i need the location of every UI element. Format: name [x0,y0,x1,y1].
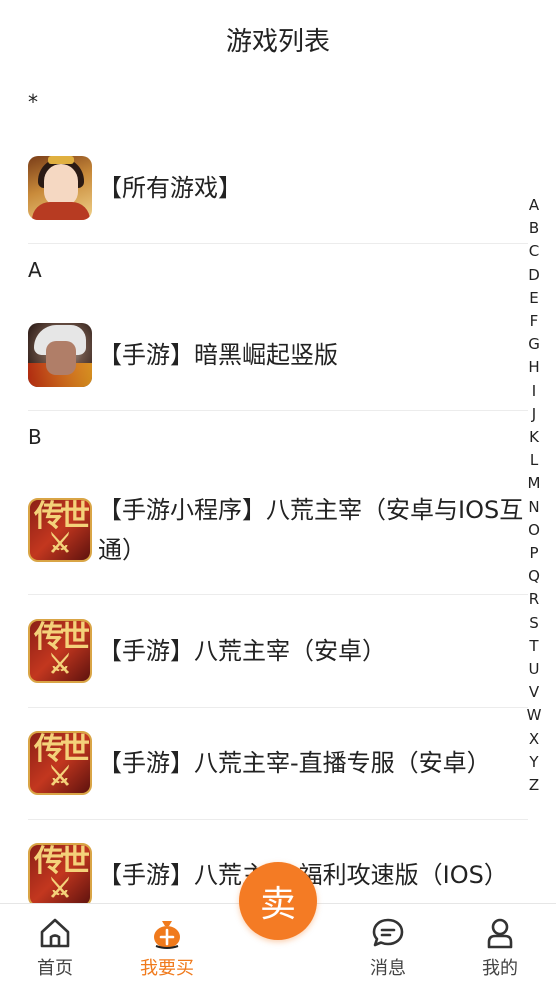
index-letter-f[interactable]: F [524,310,544,333]
index-letter-a[interactable]: A [524,194,544,217]
index-letter-t[interactable]: T [524,635,544,658]
row-divider [28,707,528,708]
game-title: 【手游】暗黑崛起竖版 [98,341,338,369]
index-letter-h[interactable]: H [524,356,544,379]
section-header-b: B [28,425,42,449]
game-title: 【手游】八荒主宰（安卓） [98,637,386,665]
tab-messages[interactable]: 消息 [343,916,433,986]
index-letter-r[interactable]: R [524,588,544,611]
page-title: 游戏列表 [225,26,330,57]
game-title: 【手游小程序】八荒主宰（安卓与IOS互通） [98,496,524,564]
all-games-icon [28,156,92,220]
dark-rise-icon [28,323,92,387]
user-icon [487,918,513,949]
bahuang-icon: 传世 ⚔ [28,619,92,683]
alphabet-index[interactable]: ABCDEFGHIJKLMNOPQRSTUVWXYZ [524,194,544,797]
bahuang-icon: 传世 ⚔ [28,498,92,562]
chat-icon [372,918,404,947]
row-divider [28,243,528,244]
tab-buy[interactable]: 我要买 [122,916,212,986]
index-letter-x[interactable]: X [524,728,544,751]
tab-messages-label: 消息 [370,958,406,979]
index-letter-u[interactable]: U [524,658,544,681]
tab-mine-label: 我的 [482,958,518,979]
sell-button[interactable]: 卖 [239,862,317,940]
game-item-bahuang-android[interactable]: 传世 ⚔ 【手游】八荒主宰（安卓） [28,619,528,683]
game-item-bahuang-miniprogram[interactable]: 传世 ⚔ 【手游小程序】八荒主宰（安卓与IOS互通） [28,490,528,570]
index-letter-w[interactable]: W [524,704,544,727]
section-header-a: A [28,258,42,282]
tab-mine[interactable]: 我的 [455,916,545,986]
index-letter-i[interactable]: I [524,380,544,403]
index-letter-j[interactable]: J [524,403,544,426]
index-letter-m[interactable]: M [524,472,544,495]
index-letter-c[interactable]: C [524,240,544,263]
index-letter-z[interactable]: Z [524,774,544,797]
index-letter-b[interactable]: B [524,217,544,240]
tab-home-label: 首页 [37,958,73,979]
game-item-dark-rise[interactable]: 【手游】暗黑崛起竖版 [28,323,528,387]
row-divider [28,410,528,411]
money-bag-icon [154,921,180,949]
index-letter-l[interactable]: L [524,449,544,472]
index-letter-p[interactable]: P [524,542,544,565]
row-divider [28,594,528,595]
section-header-star: * [28,90,38,114]
index-letter-g[interactable]: G [524,333,544,356]
index-letter-n[interactable]: N [524,496,544,519]
game-item-all-games[interactable]: 【所有游戏】 [28,156,528,220]
bahuang-icon: 传世 ⚔ [28,843,92,907]
index-letter-s[interactable]: S [524,612,544,635]
index-letter-e[interactable]: E [524,287,544,310]
tab-buy-label: 我要买 [140,958,194,979]
bahuang-icon: 传世 ⚔ [28,731,92,795]
index-letter-d[interactable]: D [524,264,544,287]
index-letter-q[interactable]: Q [524,565,544,588]
index-letter-k[interactable]: K [524,426,544,449]
index-letter-o[interactable]: O [524,519,544,542]
game-title: 【所有游戏】 [98,174,242,202]
index-letter-v[interactable]: V [524,681,544,704]
home-icon [40,918,70,948]
game-item-bahuang-live[interactable]: 传世 ⚔ 【手游】八荒主宰-直播专服（安卓） [28,731,528,795]
tab-home[interactable]: 首页 [10,916,100,986]
row-divider [28,819,528,820]
index-letter-y[interactable]: Y [524,751,544,774]
page-header: 游戏列表 [0,0,556,78]
game-title: 【手游】八荒主宰-直播专服（安卓） [98,749,491,777]
